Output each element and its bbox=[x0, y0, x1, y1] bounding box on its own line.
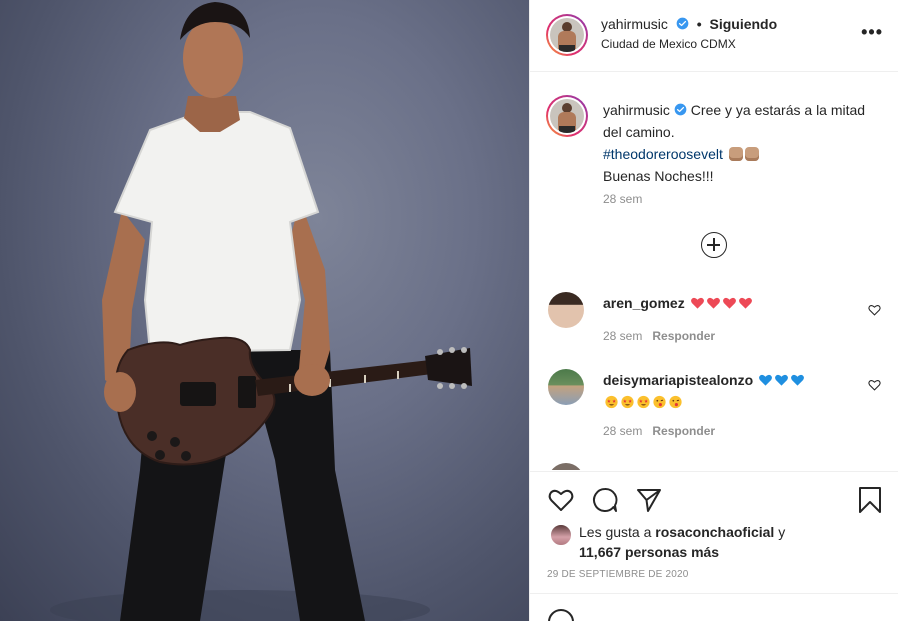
verified-badge-icon bbox=[674, 103, 687, 116]
save-bookmark-icon[interactable] bbox=[856, 486, 884, 514]
reply-button[interactable]: Responder bbox=[652, 329, 715, 343]
post-side-panel: yahirmusic • Siguiendo Ciudad de Mexico … bbox=[529, 0, 898, 621]
like-heart-icon[interactable] bbox=[547, 486, 575, 514]
comment-username[interactable]: deisymariapistealonzo bbox=[603, 372, 753, 388]
like-comment-heart-icon[interactable] bbox=[868, 304, 881, 316]
likes-joiner: y bbox=[778, 524, 786, 540]
following-button[interactable]: Siguiendo bbox=[709, 16, 777, 32]
fist-emoji-icon bbox=[744, 147, 759, 161]
author-avatar[interactable] bbox=[546, 14, 588, 56]
like-comment-heart-icon[interactable] bbox=[868, 379, 881, 391]
commenter-avatar[interactable] bbox=[548, 292, 584, 328]
more-options-icon[interactable]: ••• bbox=[861, 22, 883, 43]
post-photo[interactable] bbox=[0, 0, 529, 621]
post-location[interactable]: Ciudad de Mexico CDMX bbox=[601, 37, 736, 51]
load-more-comments-icon[interactable] bbox=[701, 232, 727, 258]
author-line: yahirmusic • Siguiendo bbox=[601, 16, 777, 32]
comment-meta: 28 sem Responder bbox=[603, 329, 715, 343]
photo-illustration bbox=[50, 2, 472, 621]
post-actions: Les gusta a rosaconchaoficial y 11,667 p… bbox=[530, 471, 898, 593]
likes-summary: Les gusta a rosaconchaoficial y 11,667 p… bbox=[579, 522, 879, 562]
emoji-picker-icon[interactable] bbox=[548, 609, 574, 621]
comment-username[interactable]: aren_gomez bbox=[603, 295, 685, 311]
author-username[interactable]: yahirmusic bbox=[601, 16, 668, 32]
post-caption: yahirmusic Cree y ya estarás a la mitad … bbox=[603, 99, 883, 187]
comment-item: deisymariapistealonzo bbox=[603, 369, 805, 413]
caption-time[interactable]: 28 sem bbox=[603, 192, 642, 206]
likes-prefix: Les gusta a bbox=[579, 524, 652, 540]
reply-button[interactable]: Responder bbox=[652, 424, 715, 438]
caption-avatar[interactable] bbox=[546, 95, 588, 137]
red-hearts-emoji-icon bbox=[689, 295, 753, 311]
blue-hearts-emoji-icon bbox=[757, 372, 805, 388]
likes-count[interactable]: 11,667 personas más bbox=[579, 544, 719, 560]
share-send-icon[interactable] bbox=[635, 486, 663, 514]
comment-item: aren_gomez bbox=[603, 292, 753, 314]
comment-time[interactable]: 28 sem bbox=[603, 424, 642, 438]
post-date[interactable]: 29 DE SEPTIEMBRE DE 2020 bbox=[547, 569, 689, 580]
comment-time[interactable]: 28 sem bbox=[603, 329, 642, 343]
post-header: yahirmusic • Siguiendo Ciudad de Mexico … bbox=[530, 0, 898, 72]
separator-dot: • bbox=[696, 16, 702, 32]
comment-meta: 28 sem Responder bbox=[603, 424, 715, 438]
caption-username[interactable]: yahirmusic bbox=[603, 102, 670, 118]
comment-bubble-icon[interactable] bbox=[591, 486, 619, 514]
verified-badge-icon bbox=[676, 17, 689, 30]
caption-hashtag[interactable]: #theodoreroosevelt bbox=[603, 146, 723, 162]
caption-closing: Buenas Noches!!! bbox=[603, 168, 714, 184]
commenter-avatar[interactable] bbox=[548, 369, 584, 405]
add-comment-bar[interactable] bbox=[530, 593, 898, 621]
liker-username[interactable]: rosaconchaoficial bbox=[655, 524, 774, 540]
star-eyes-emoji-icon bbox=[603, 394, 683, 410]
fist-emoji-icon bbox=[728, 147, 743, 161]
commenter-avatar[interactable] bbox=[548, 463, 584, 470]
liker-avatar[interactable] bbox=[550, 524, 572, 546]
comments-section[interactable]: yahirmusic Cree y ya estarás a la mitad … bbox=[530, 73, 898, 470]
